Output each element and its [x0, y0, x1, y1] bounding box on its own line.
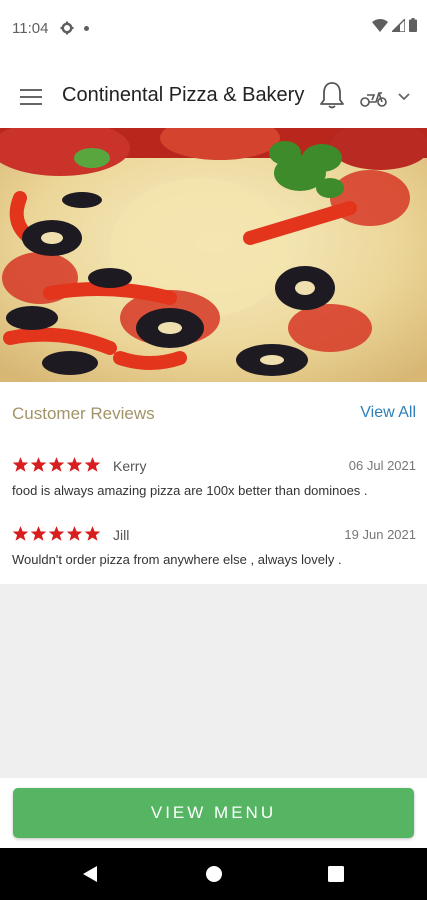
- reviewer-name: Jill: [113, 527, 130, 543]
- status-time: 11:04: [12, 19, 49, 37]
- customer-reviews-section: Customer Reviews View All Kerry 06 Jul 2…: [0, 382, 427, 584]
- star-rating: [12, 525, 101, 542]
- chevron-down-icon[interactable]: [397, 92, 411, 102]
- notification-bell-icon[interactable]: [319, 81, 345, 109]
- recent-apps-icon[interactable]: [328, 866, 344, 882]
- star-icon: [30, 457, 47, 472]
- battery-icon: [409, 18, 417, 32]
- star-icon: [48, 526, 65, 541]
- bottom-action-bar: VIEW MENU: [0, 778, 427, 848]
- star-icon: [66, 526, 83, 541]
- review-text: food is always amazing pizza are 100x be…: [12, 483, 368, 498]
- status-icons: [372, 18, 417, 32]
- star-icon: [12, 457, 29, 472]
- settings-status-icon: [60, 21, 74, 35]
- signal-icon: [392, 18, 405, 32]
- reviews-heading: Customer Reviews: [12, 404, 155, 423]
- app-bar: Continental Pizza & Bakery: [0, 56, 427, 128]
- home-icon[interactable]: [205, 865, 223, 883]
- view-menu-button[interactable]: VIEW MENU: [13, 788, 414, 838]
- view-all-reviews-link[interactable]: View All: [360, 404, 416, 422]
- review-date: 19 Jun 2021: [344, 527, 416, 542]
- star-icon: [48, 457, 65, 472]
- pizza-hero-image: [0, 128, 427, 382]
- system-navigation-bar: [0, 848, 427, 900]
- delivery-scooter-icon[interactable]: [360, 86, 388, 108]
- status-bar: 11:04: [0, 0, 427, 56]
- restaurant-title: Continental Pizza & Bakery: [62, 84, 305, 106]
- review-date: 06 Jul 2021: [348, 458, 416, 473]
- star-icon: [84, 526, 101, 541]
- back-icon[interactable]: [81, 865, 99, 883]
- star-icon: [66, 457, 83, 472]
- star-rating: [12, 456, 101, 473]
- reviewer-name: Kerry: [113, 458, 147, 474]
- wifi-icon: [372, 18, 388, 32]
- star-icon: [30, 526, 47, 541]
- star-icon: [84, 457, 101, 472]
- review-text: Wouldn't order pizza from anywhere else …: [12, 552, 342, 567]
- hamburger-menu-icon[interactable]: [20, 89, 42, 105]
- notification-dot-icon: [84, 25, 90, 31]
- star-icon: [12, 526, 29, 541]
